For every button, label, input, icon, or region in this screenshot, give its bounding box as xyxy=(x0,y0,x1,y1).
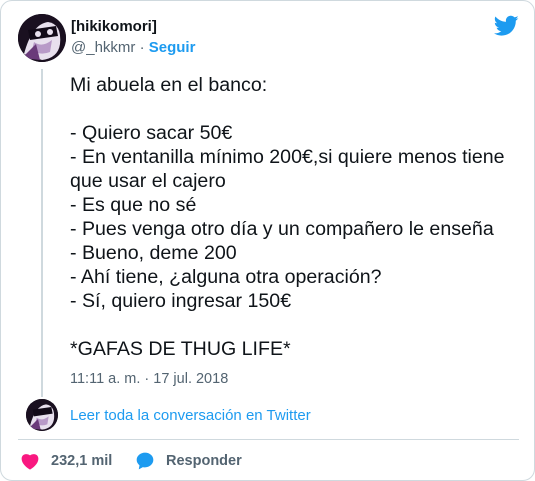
thread-line xyxy=(41,69,43,397)
reply-button[interactable]: Responder xyxy=(135,451,242,471)
heart-icon xyxy=(21,454,39,470)
twitter-bird-icon[interactable] xyxy=(494,15,519,37)
reply-label: Responder xyxy=(166,453,242,469)
author-handle-row: @_hkkmr · Seguir xyxy=(71,39,195,56)
tweet-timestamp[interactable]: 11:11 a. m. · 17 jul. 2018 xyxy=(70,371,228,387)
author-display-name[interactable]: [hikikomori] xyxy=(71,18,157,35)
separator-dot: · xyxy=(139,39,145,56)
read-conversation-link[interactable]: Leer toda la conversación en Twitter xyxy=(70,407,311,424)
follow-button[interactable]: Seguir xyxy=(149,39,196,56)
speech-bubble-icon xyxy=(136,452,154,470)
actions-divider xyxy=(18,439,519,440)
tweet-text: Mi abuela en el banco: - Quiero sacar 50… xyxy=(70,74,505,360)
tweet-embed-card: [hikikomori] @_hkkmr · Seguir Mi abuela … xyxy=(0,0,535,481)
like-count: 232,1 mil xyxy=(51,453,113,469)
conversation-avatar[interactable] xyxy=(26,399,58,431)
author-avatar[interactable] xyxy=(18,14,66,62)
like-button[interactable]: 232,1 mil xyxy=(20,451,112,471)
author-handle[interactable]: @_hkkmr xyxy=(71,39,135,56)
